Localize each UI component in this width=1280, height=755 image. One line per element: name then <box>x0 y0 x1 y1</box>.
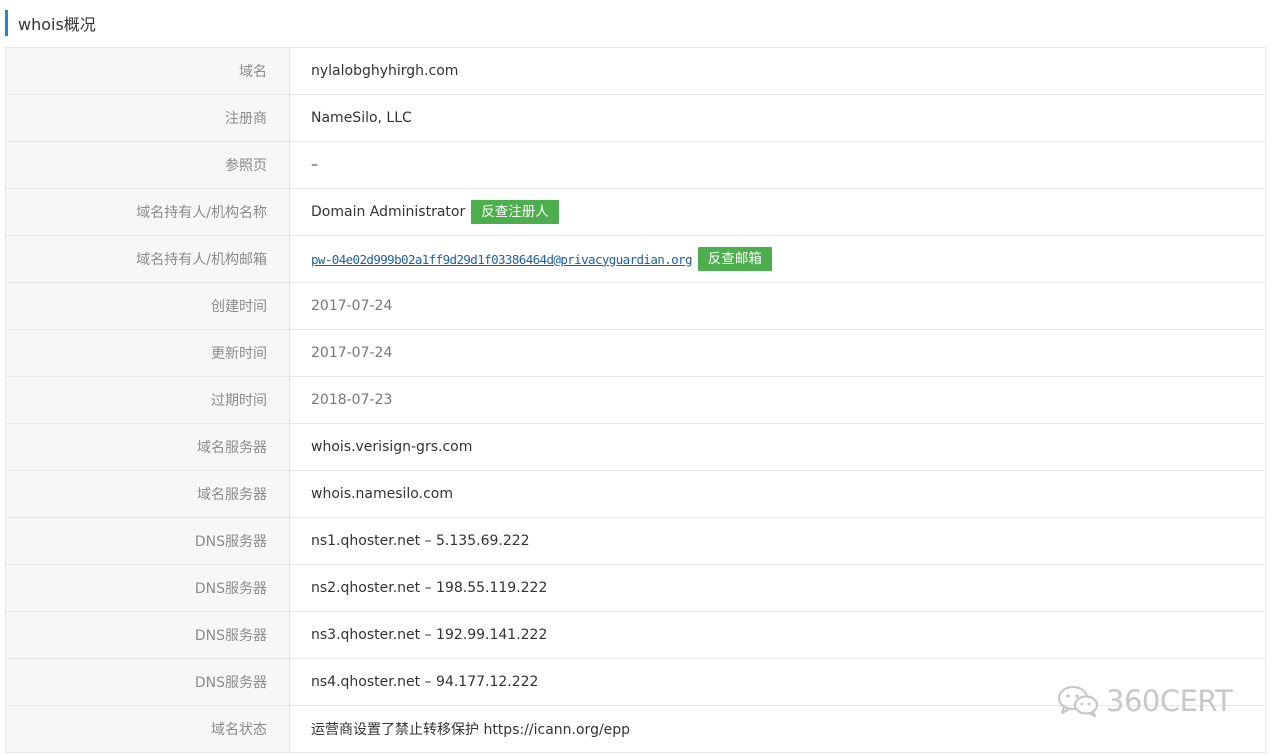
table-row-expires: 过期时间 2018-07-23 <box>6 377 1266 424</box>
table-row-registrant-email: 域名持有人/机构邮箱 pw-04e02d999b02a1ff9d29d1f033… <box>6 236 1266 283</box>
table-row-dns-1: DNS服务器 ns1.qhoster.net – 5.135.69.222 <box>6 518 1266 565</box>
row-value: 2017-07-24 <box>290 283 1266 329</box>
row-label: 域名持有人/机构名称 <box>6 189 290 235</box>
row-label: 域名服务器 <box>6 424 290 470</box>
row-value: whois.namesilo.com <box>290 471 1266 517</box>
row-value: whois.verisign-grs.com <box>290 424 1266 470</box>
registrant-name: Domain Administrator <box>311 204 466 220</box>
section-header: whois概况 <box>0 0 1280 44</box>
table-row-referral: 参照页 – <box>6 142 1266 189</box>
row-value: ns1.qhoster.net – 5.135.69.222 <box>290 518 1266 564</box>
row-value: 2018-07-23 <box>290 377 1266 423</box>
row-label: 更新时间 <box>6 330 290 376</box>
row-value-cell: Domain Administrator 反查注册人 <box>290 189 1266 235</box>
table-row-dns-3: DNS服务器 ns3.qhoster.net – 192.99.141.222 <box>6 612 1266 659</box>
table-row-whois-server-2: 域名服务器 whois.namesilo.com <box>6 471 1266 518</box>
watermark-text: 360CERT <box>1106 684 1233 718</box>
watermark: 360CERT <box>1056 684 1233 718</box>
row-label: 创建时间 <box>6 283 290 329</box>
row-value: nylalobghyhirgh.com <box>290 48 1266 94</box>
row-label: 域名持有人/机构邮箱 <box>6 236 290 282</box>
table-row-dns-2: DNS服务器 ns2.qhoster.net – 198.55.119.222 <box>6 565 1266 612</box>
row-label: 过期时间 <box>6 377 290 423</box>
row-label: 域名状态 <box>6 706 290 752</box>
header-accent-bar <box>5 10 8 36</box>
row-value: ns2.qhoster.net – 198.55.119.222 <box>290 565 1266 611</box>
row-label: DNS服务器 <box>6 612 290 658</box>
row-label: 域名 <box>6 48 290 94</box>
row-label: 域名服务器 <box>6 471 290 517</box>
row-value: 2017-07-24 <box>290 330 1266 376</box>
table-row-whois-server-1: 域名服务器 whois.verisign-grs.com <box>6 424 1266 471</box>
row-label: 注册商 <box>6 95 290 141</box>
row-value: ns3.qhoster.net – 192.99.141.222 <box>290 612 1266 658</box>
registrant-email-link[interactable]: pw-04e02d999b02a1ff9d29d1f03386464d@priv… <box>311 252 693 267</box>
table-row-updated: 更新时间 2017-07-24 <box>6 330 1266 377</box>
row-value: NameSilo, LLC <box>290 95 1266 141</box>
reverse-lookup-email-button[interactable]: 反查邮箱 <box>697 247 772 271</box>
table-row-created: 创建时间 2017-07-24 <box>6 283 1266 330</box>
reverse-lookup-registrant-button[interactable]: 反查注册人 <box>471 200 559 224</box>
row-value: – <box>290 142 1266 188</box>
table-row-registrar: 注册商 NameSilo, LLC <box>6 95 1266 142</box>
page-title: whois概况 <box>18 15 96 34</box>
whois-table: 域名 nylalobghyhirgh.com 注册商 NameSilo, LLC… <box>5 47 1266 753</box>
row-value-cell: pw-04e02d999b02a1ff9d29d1f03386464d@priv… <box>290 236 1266 282</box>
wechat-icon <box>1057 685 1099 718</box>
row-label: DNS服务器 <box>6 518 290 564</box>
table-row-registrant-name: 域名持有人/机构名称 Domain Administrator 反查注册人 <box>6 189 1266 236</box>
row-label: DNS服务器 <box>6 565 290 611</box>
table-row-domain: 域名 nylalobghyhirgh.com <box>6 48 1266 95</box>
row-label: DNS服务器 <box>6 659 290 705</box>
row-label: 参照页 <box>6 142 290 188</box>
